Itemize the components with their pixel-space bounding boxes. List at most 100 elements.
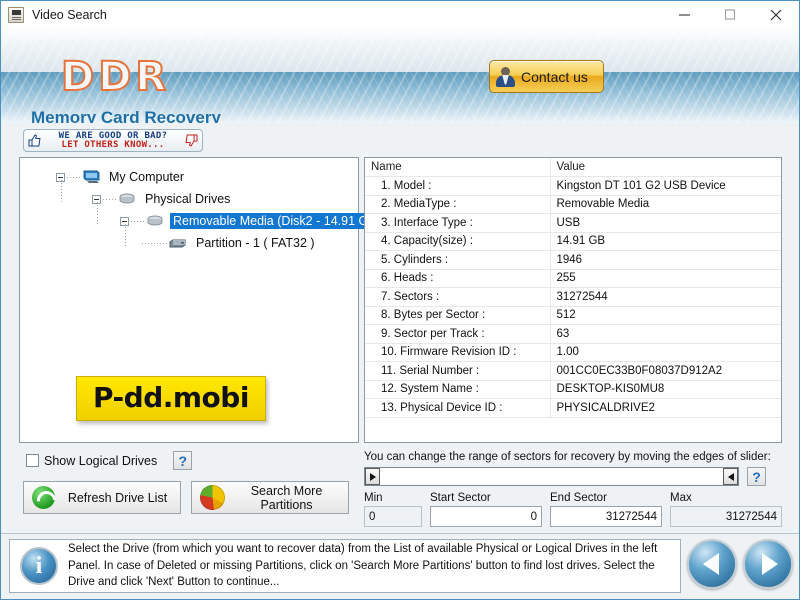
drive-tree-panel[interactable]: My Computer Physical Drives Removable Me…: [19, 157, 384, 443]
tree-connector: [103, 198, 117, 200]
detail-value: 31272544: [550, 287, 781, 307]
tree-connector: [97, 202, 98, 224]
tree-node-my-computer[interactable]: My Computer: [20, 166, 358, 188]
table-row[interactable]: 1. Model : Kingston DT 101 G2 USB Device: [365, 176, 781, 196]
detail-value: 512: [550, 306, 781, 325]
tree-connector: [142, 242, 168, 244]
tree-node-removable-media[interactable]: Removable Media (Disk2 - 14.91 GB): [20, 210, 384, 232]
navigation-buttons: [687, 539, 793, 589]
sector-slider-row: ?: [364, 467, 782, 486]
tree-node-partition-1[interactable]: Partition - 1 ( FAT32 ): [20, 232, 358, 254]
detail-name: 3. Interface Type :: [365, 213, 551, 233]
sector-range-hint: You can change the range of sectors for …: [364, 451, 771, 463]
watermark: P-dd.mobi: [76, 376, 266, 421]
show-logical-drives-checkbox[interactable]: [26, 454, 39, 467]
detail-name: 4. Capacity(size) :: [365, 232, 551, 251]
detail-value: 255: [550, 269, 781, 288]
table-row[interactable]: 4. Capacity(size) :14.91 GB: [365, 232, 781, 251]
tree-connector: [131, 220, 145, 222]
search-more-partitions-button[interactable]: Search More Partitions: [191, 481, 349, 514]
detail-value: Kingston DT 101 G2 USB Device: [550, 176, 781, 196]
end-sector-input[interactable]: 31272544: [550, 506, 662, 527]
contact-us-label: Contact us: [521, 68, 588, 85]
maximize-button[interactable]: [707, 1, 753, 28]
slider-help-button[interactable]: ?: [747, 467, 766, 486]
table-row[interactable]: 3. Interface Type : USB: [365, 213, 781, 233]
table-row[interactable]: 8. Bytes per Sector :512: [365, 306, 781, 325]
detail-name: 10. Firmware Revision ID :: [365, 343, 551, 362]
thumbs-up-icon: [27, 133, 42, 148]
max-label: Max: [670, 492, 692, 504]
rate-us-banner[interactable]: WE ARE GOOD OR BAD? LET OTHERS KNOW...: [23, 129, 203, 152]
start-sector-input[interactable]: 0: [430, 506, 542, 527]
window-title: Video Search: [32, 7, 107, 22]
refresh-icon: [32, 486, 55, 509]
detail-value: DESKTOP-KIS0MU8: [550, 380, 781, 399]
detail-value: PHYSICALDRIVE2: [550, 398, 781, 418]
detail-value: Removable Media: [550, 195, 781, 214]
table-row[interactable]: 2. MediaType : Removable Media: [365, 195, 781, 214]
min-value: 0: [364, 506, 422, 527]
column-header-name: Name: [365, 158, 551, 177]
table-row[interactable]: 11. Serial Number :001CC0EC33B0F08037D91…: [365, 361, 781, 381]
detail-name: 13. Physical Device ID :: [365, 398, 551, 418]
table-row[interactable]: 7. Sectors :31272544: [365, 287, 781, 307]
drive-tree: My Computer Physical Drives Removable Me…: [20, 158, 384, 254]
max-field-group: Max 31272544: [670, 492, 782, 527]
sector-range-section: You can change the range of sectors for …: [364, 451, 782, 529]
slider-track-fill: [380, 468, 723, 485]
tree-node-label: Partition - 1 ( FAT32 ): [196, 236, 315, 250]
drive-action-buttons: Refresh Drive List Search More Partition…: [23, 481, 349, 514]
slider-right-handle[interactable]: [723, 468, 738, 485]
table-row[interactable]: 13. Physical Device ID : PHYSICALDRIVE2: [365, 398, 781, 418]
min-label: Min: [364, 492, 383, 504]
detail-name: 1. Model :: [365, 176, 551, 196]
tree-node-label: My Computer: [109, 170, 185, 184]
refresh-drive-list-button[interactable]: Refresh Drive List: [23, 481, 181, 514]
main-content: WE ARE GOOD OR BAD? LET OTHERS KNOW... M…: [1, 123, 799, 533]
drives-help-button[interactable]: ?: [173, 451, 193, 470]
brand-logo: DDR: [60, 53, 171, 101]
tree-node-physical-drives[interactable]: Physical Drives: [20, 188, 358, 210]
page-title: Memory Card Recovery: [31, 108, 221, 123]
detail-value: 14.91 GB: [550, 232, 781, 251]
end-sector-field-group: End Sector 31272544: [550, 492, 662, 527]
contact-us-button[interactable]: Contact us: [489, 60, 604, 93]
rate-us-text: WE ARE GOOD OR BAD? LET OTHERS KNOW...: [42, 131, 184, 150]
detail-value: 63: [550, 324, 781, 344]
detail-name: 11. Serial Number :: [365, 361, 551, 381]
next-button[interactable]: [743, 539, 793, 589]
table-row[interactable]: 6. Heads :255: [365, 269, 781, 288]
detail-name: 8. Bytes per Sector :: [365, 306, 551, 325]
person-icon: [495, 66, 517, 88]
pie-chart-icon: [200, 485, 225, 510]
table-row[interactable]: 9. Sector per Track :63: [365, 324, 781, 344]
table-row[interactable]: 10. Firmware Revision ID :1.00: [365, 343, 781, 362]
info-icon: i: [20, 547, 58, 585]
application-window: Video Search DDR Memory Card Recovery Co…: [0, 0, 800, 600]
detail-value: USB: [550, 213, 781, 233]
show-logical-drives-label: Show Logical Drives: [44, 453, 158, 468]
table-row[interactable]: 12. System Name : DESKTOP-KIS0MU8: [365, 380, 781, 399]
detail-name: 12. System Name :: [365, 380, 551, 399]
start-sector-label: Start Sector: [430, 492, 491, 504]
back-button[interactable]: [687, 539, 737, 589]
tree-connector: [125, 224, 126, 246]
search-more-partitions-label: Search More Partitions: [250, 483, 323, 512]
table-header-row: Name Value: [365, 158, 781, 177]
close-button[interactable]: [753, 1, 799, 28]
refresh-drive-list-label: Refresh Drive List: [67, 490, 168, 505]
drive-details-panel[interactable]: Name Value 1. Model : Kingston DT 101 G2 …: [364, 157, 782, 443]
start-sector-field-group: Start Sector 0: [430, 492, 542, 527]
window-controls: [661, 1, 799, 28]
slider-left-handle[interactable]: [365, 468, 380, 485]
drive-icon: [117, 191, 137, 207]
minimize-button[interactable]: [661, 1, 707, 28]
footer-bar: i Select the Drive (from which you want …: [1, 533, 799, 599]
rate-line-2: LET OTHERS KNOW...: [61, 139, 165, 150]
sector-range-slider[interactable]: [364, 467, 739, 486]
detail-name: 7. Sectors :: [365, 287, 551, 307]
partition-icon: [168, 235, 188, 251]
app-header: DDR Memory Card Recovery Contact us: [1, 28, 799, 123]
table-row[interactable]: 5. Cylinders :1946: [365, 250, 781, 270]
